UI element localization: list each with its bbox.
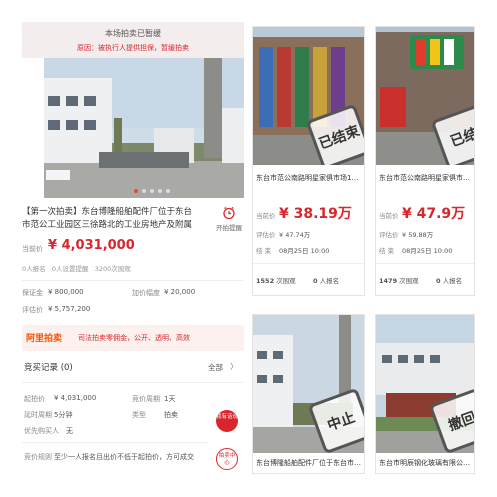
auction-card-2[interactable]: 已结 东台市范公南路明星家俱市场1幢2176... 当前价 ¥ 47.9万 评估… — [375, 26, 475, 296]
current-price-label: 当前价 — [256, 212, 276, 220]
gallery-dot-2[interactable] — [142, 189, 146, 193]
divider — [22, 442, 208, 443]
end-time: 08月25日 10:00 — [402, 247, 453, 255]
type-value: 拍卖 — [164, 411, 178, 419]
card-title: 东台市范公南路明星家俱市场1幢2176... — [256, 174, 362, 182]
current-price: ¥ 47.9万 — [402, 206, 466, 222]
card-title: 东台博隆船舶配件厂位于东台市范公工... — [256, 459, 362, 467]
gallery-dot-5[interactable] — [166, 189, 170, 193]
card-title: 东台市明辰钢化玻璃有限公司位于东台... — [379, 459, 473, 467]
divider — [253, 263, 364, 264]
signups-label: 人报名 — [319, 277, 340, 285]
priority-buyer-label: 优先购买人 — [24, 427, 59, 435]
card-photo: 已结束 — [253, 27, 364, 165]
auction-card-1[interactable]: 已结束 东台市范公南路明星家俱市场1幢2176... 当前价 ¥ 38.19万 … — [252, 26, 365, 296]
card-photo: 已结 — [376, 27, 474, 165]
delay-cycle-label: 延时周期 — [24, 411, 52, 419]
banner-reason: 原因：被执行人提供担保，暂缓拍卖 — [77, 44, 189, 52]
bid-records-row[interactable]: 竞买记录 (0) 全部 〉 — [22, 356, 244, 378]
end-label: 结 束 — [256, 247, 272, 255]
views-row: 1552 次围观 — [256, 275, 296, 285]
signups-row: 0 人报名 — [436, 275, 462, 285]
bid-records-label: 竞买记录 (0) — [24, 363, 73, 373]
property-photo[interactable] — [44, 58, 244, 198]
chevron-right-icon: 〉 — [230, 362, 238, 371]
reminder-label: 开拍提醒 — [216, 224, 242, 232]
status-banner: 本场拍卖已暂缓 原因：被执行人提供担保，暂缓拍卖 — [22, 22, 244, 58]
stats-row: 0人报名 0人设置提醒 3200次围观 — [22, 263, 244, 273]
deposit-label: 保证金 — [22, 289, 43, 297]
factory-photo-image — [44, 58, 244, 198]
auction-card-3[interactable]: 中止 东台博隆船舶配件厂位于东台市范公工... — [252, 314, 365, 474]
current-price-label: 当前价 — [379, 212, 399, 220]
brand-strip: 阿里拍卖 司法拍卖零佣金，公开、透明、高效 — [22, 325, 244, 351]
increment-label: 加价幅度 — [132, 289, 160, 297]
auction-center-button[interactable]: 拍卖中心 — [216, 448, 238, 470]
comment-button[interactable]: 我有话说 — [216, 410, 238, 432]
bid-cycle-label: 竞价周期 — [132, 395, 160, 403]
card-photo: 撤回 — [376, 315, 474, 453]
comment-button-label: 我有话说 — [216, 414, 239, 420]
auction-card-4[interactable]: 撤回 东台市明辰钢化玻璃有限公司位于东台... — [375, 314, 475, 474]
signups-label: 人报名 — [442, 277, 463, 285]
divider — [22, 382, 244, 383]
appraisal-label: 评估价 — [256, 231, 276, 239]
card-photo: 中止 — [253, 315, 364, 453]
views-row: 1479 次围观 — [379, 275, 419, 285]
start-price-value: ¥ 4,031,000 — [54, 394, 97, 402]
views-count: 1479 — [379, 277, 398, 285]
increment-value: ¥ 20,000 — [164, 288, 196, 296]
auction-title: 【第一次拍卖】东台博隆船舶配件厂位于东台市范公工业园区三徐路北的工业房地产及附属… — [22, 207, 192, 230]
current-price: ¥ 38.19万 — [279, 206, 352, 222]
gallery-dot-4[interactable] — [158, 189, 162, 193]
divider — [22, 280, 244, 281]
bid-cycle-value: 1天 — [164, 395, 176, 403]
gallery-dot-3[interactable] — [150, 189, 154, 193]
current-price-label: 当前价 — [22, 245, 43, 253]
gallery-dots — [134, 189, 174, 193]
gallery-dot-1[interactable] — [134, 189, 138, 193]
delay-cycle-value: 5分钟 — [54, 411, 73, 419]
views-label: 次围观 — [276, 277, 296, 285]
card-title: 东台市范公南路明星家俱市场1幢2176... — [379, 174, 473, 182]
views-count: 1552 — [256, 277, 275, 285]
priority-buyer-value: 无 — [66, 427, 73, 435]
type-label: 类型 — [132, 411, 146, 419]
rule-label: 竞价规则 — [24, 453, 52, 461]
brand-slogan: 司法拍卖零佣金，公开、透明、高效 — [78, 334, 190, 342]
appraisal-label: 评估价 — [22, 306, 43, 314]
auction-detail-panel: 本场拍卖已暂缓 原因：被执行人提供担保，暂缓拍卖 【第一次拍卖】东台博隆船舶配件… — [22, 22, 244, 472]
signups-row: 0 人报名 — [313, 275, 339, 285]
ali-auction-logo: 阿里拍卖 — [26, 334, 63, 344]
view-count: 3200次围观 — [94, 265, 131, 273]
signups-count: 0 — [313, 277, 318, 285]
end-label: 结 束 — [379, 247, 395, 255]
bid-records-all[interactable]: 全部 — [208, 362, 223, 373]
appraisal-value: ¥ 5,757,200 — [48, 305, 91, 313]
start-price-label: 起拍价 — [24, 395, 45, 403]
deposit-value: ¥ 800,000 — [48, 288, 84, 296]
auction-center-label: 拍卖中心 — [218, 453, 236, 466]
alarm-clock-icon — [223, 207, 235, 220]
appraisal-value: ¥ 47.74万 — [279, 231, 311, 239]
divider — [376, 263, 474, 264]
reminder-count: 0人设置提醒 — [51, 265, 89, 273]
signup-count: 0人报名 — [22, 265, 46, 273]
signups-count: 0 — [436, 277, 441, 285]
end-time: 08月25日 10:00 — [279, 247, 330, 255]
views-label: 次围观 — [399, 277, 419, 285]
reminder-button[interactable]: 开拍提醒 — [214, 204, 244, 236]
banner-title: 本场拍卖已暂缓 — [105, 29, 161, 38]
current-price: ¥ 4,031,000 — [48, 238, 135, 253]
rule-text: 至少一人报名且出价不低于起拍价，方可成交 — [54, 453, 194, 461]
appraisal-label: 评估价 — [379, 231, 399, 239]
appraisal-value: ¥ 59.88万 — [402, 231, 434, 239]
